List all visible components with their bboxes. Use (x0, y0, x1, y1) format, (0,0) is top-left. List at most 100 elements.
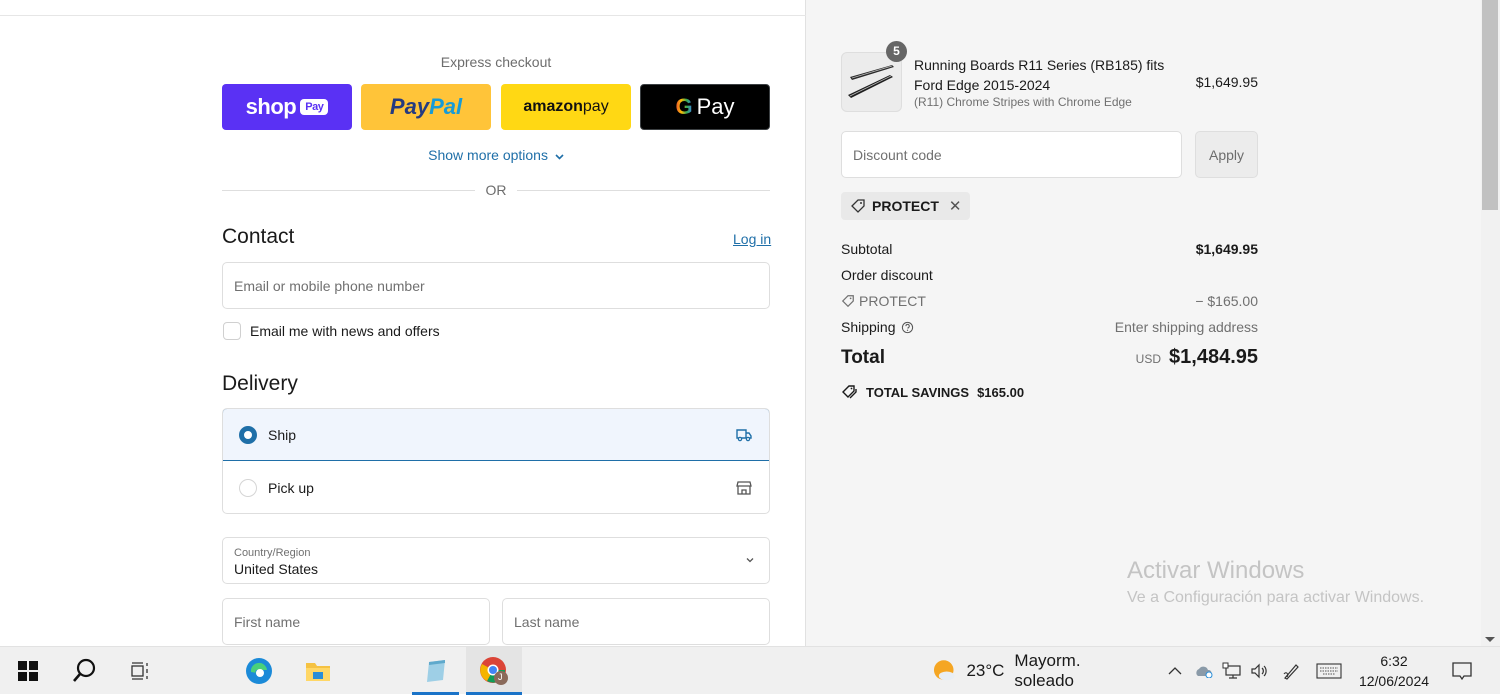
chrome-profile-initial: J (498, 672, 503, 682)
subtotal-value: $1,649.95 (1195, 241, 1258, 257)
discount-value: − $165.00 (1195, 293, 1258, 309)
country-label: Country/Region (234, 547, 311, 559)
email-input[interactable]: Email or mobile phone number (222, 262, 770, 309)
ship-radio[interactable] (239, 425, 257, 444)
start-button[interactable] (8, 647, 48, 695)
total-savings: TOTAL SAVINGS $165.00 (841, 384, 1024, 400)
store-icon (736, 481, 752, 495)
keyboard-icon (1316, 663, 1342, 679)
discount-code-input[interactable]: Discount code (841, 131, 1182, 178)
remove-discount-icon[interactable]: ✕ (949, 197, 962, 215)
contact-heading: Contact (222, 225, 295, 248)
subtotal-row: Subtotal $1,649.95 (841, 241, 1258, 257)
last-name-input[interactable]: Last name (502, 598, 770, 645)
windows-logo-icon (18, 661, 38, 681)
amazon-pay-button[interactable]: amazon pay (501, 84, 631, 130)
activation-watermark-subtitle: Ve a Configuración para activar Windows. (1127, 589, 1425, 606)
applied-code: PROTECT (872, 198, 939, 214)
onedrive-tray[interactable] (1192, 647, 1216, 695)
tag-icon (851, 199, 865, 213)
newsletter-label[interactable]: Email me with news and offers (250, 323, 440, 339)
show-more-options-link[interactable]: Show more options (222, 147, 770, 163)
google-g-icon: G (675, 94, 693, 119)
first-name-placeholder: First name (234, 613, 301, 630)
taskbar-notepad[interactable] (412, 647, 459, 695)
product-price: $1,649.95 (1195, 74, 1258, 90)
pen-icon (1283, 664, 1299, 680)
google-pay-button[interactable]: G Pay (640, 84, 770, 130)
apply-discount-button[interactable]: Apply (1195, 131, 1258, 178)
folder-icon (306, 663, 330, 681)
first-name-input[interactable]: First name (222, 598, 490, 645)
chevron-down-icon (746, 558, 754, 563)
ship-label: Ship (268, 426, 297, 443)
onedrive-icon (1196, 666, 1213, 678)
scrollbar-thumb[interactable] (1482, 0, 1498, 210)
order-discount-label: Order discount (841, 267, 933, 283)
shipping-label: Shipping (841, 319, 896, 335)
taskbar-edge[interactable] (237, 647, 281, 695)
notepad-icon (426, 660, 445, 682)
delivery-method-group: Ship Pick up (222, 408, 770, 514)
windows-taskbar: J 23°C Mayorm. soleado 6:32 12/06/2024 (0, 646, 1500, 695)
shop-pay-button[interactable]: shop Pay (222, 84, 352, 130)
savings-label: TOTAL SAVINGS (866, 384, 970, 400)
quantity-badge: 5 (886, 41, 907, 62)
clock-date: 12/06/2024 (1358, 673, 1430, 689)
google-pay-word: Pay (696, 94, 735, 119)
page-scrollbar[interactable] (1481, 0, 1500, 646)
show-hidden-icons-button[interactable] (1163, 647, 1187, 695)
notification-icon (1452, 662, 1472, 681)
chevron-down-icon (555, 154, 564, 160)
shop-pay-pill: Pay (300, 99, 329, 115)
country-value: United States (234, 561, 319, 577)
applied-discount-chip: PROTECT ✕ (841, 192, 971, 220)
newsletter-checkbox[interactable] (223, 322, 241, 340)
system-clock[interactable]: 6:32 12/06/2024 (1352, 647, 1436, 695)
touch-keyboard-tray[interactable] (1312, 647, 1346, 695)
help-icon[interactable] (901, 321, 914, 334)
delivery-option-ship[interactable]: Ship (223, 409, 769, 461)
paypal-wordmark-part2: Pal (429, 94, 463, 119)
network-icon (1222, 662, 1241, 679)
tags-icon (842, 385, 857, 399)
weather-description: Mayorm. soleado (1014, 651, 1081, 690)
total-label: Total (841, 346, 885, 368)
paypal-button[interactable]: Pay Pal (361, 84, 491, 130)
shipping-value: Enter shipping address (1114, 319, 1258, 335)
chevron-up-icon (1168, 667, 1182, 675)
task-view-button[interactable] (118, 647, 162, 695)
pickup-radio[interactable] (239, 479, 257, 497)
taskbar-file-explorer[interactable] (296, 647, 340, 695)
clock-time: 6:32 (1380, 653, 1408, 669)
discount-code-label: PROTECT (859, 293, 926, 309)
or-divider: OR (222, 182, 770, 200)
weather-partly-sunny-icon (933, 660, 955, 681)
shipping-row: Shipping Enter shipping address (841, 319, 1258, 335)
show-more-label: Show more options (428, 147, 548, 163)
country-select[interactable]: Country/Region United States (222, 537, 770, 584)
delivery-heading: Delivery (222, 372, 298, 395)
discount-code-row: PROTECT − $165.00 (841, 293, 1258, 309)
login-link[interactable]: Log in (733, 231, 771, 247)
search-button[interactable] (62, 647, 106, 695)
edge-icon (246, 658, 272, 684)
weather-temp: 23°C (966, 661, 1005, 680)
checkout-main: Express checkout shop Pay Pay Pal amazon … (0, 0, 806, 646)
task-view-icon (131, 662, 148, 680)
action-center-button[interactable] (1442, 647, 1482, 695)
last-name-placeholder: Last name (514, 613, 580, 630)
total-row: Total USD $1,484.95 (841, 346, 1258, 369)
savings-value: $165.00 (977, 384, 1025, 400)
volume-tray[interactable] (1248, 647, 1272, 695)
taskbar-chrome[interactable]: J (466, 647, 522, 695)
network-tray[interactable] (1220, 647, 1244, 695)
product-variant: (R11) Chrome Stripes with Chrome Edge (914, 95, 1132, 109)
pickup-label: Pick up (268, 480, 314, 496)
scroll-down-arrow-icon[interactable] (1485, 637, 1495, 642)
delivery-option-pickup[interactable]: Pick up (223, 462, 769, 513)
weather-widget[interactable]: 23°C Mayorm. soleado (932, 647, 1142, 695)
pen-tray[interactable] (1280, 647, 1304, 695)
header-divider (0, 15, 806, 16)
volume-icon (1251, 663, 1267, 679)
